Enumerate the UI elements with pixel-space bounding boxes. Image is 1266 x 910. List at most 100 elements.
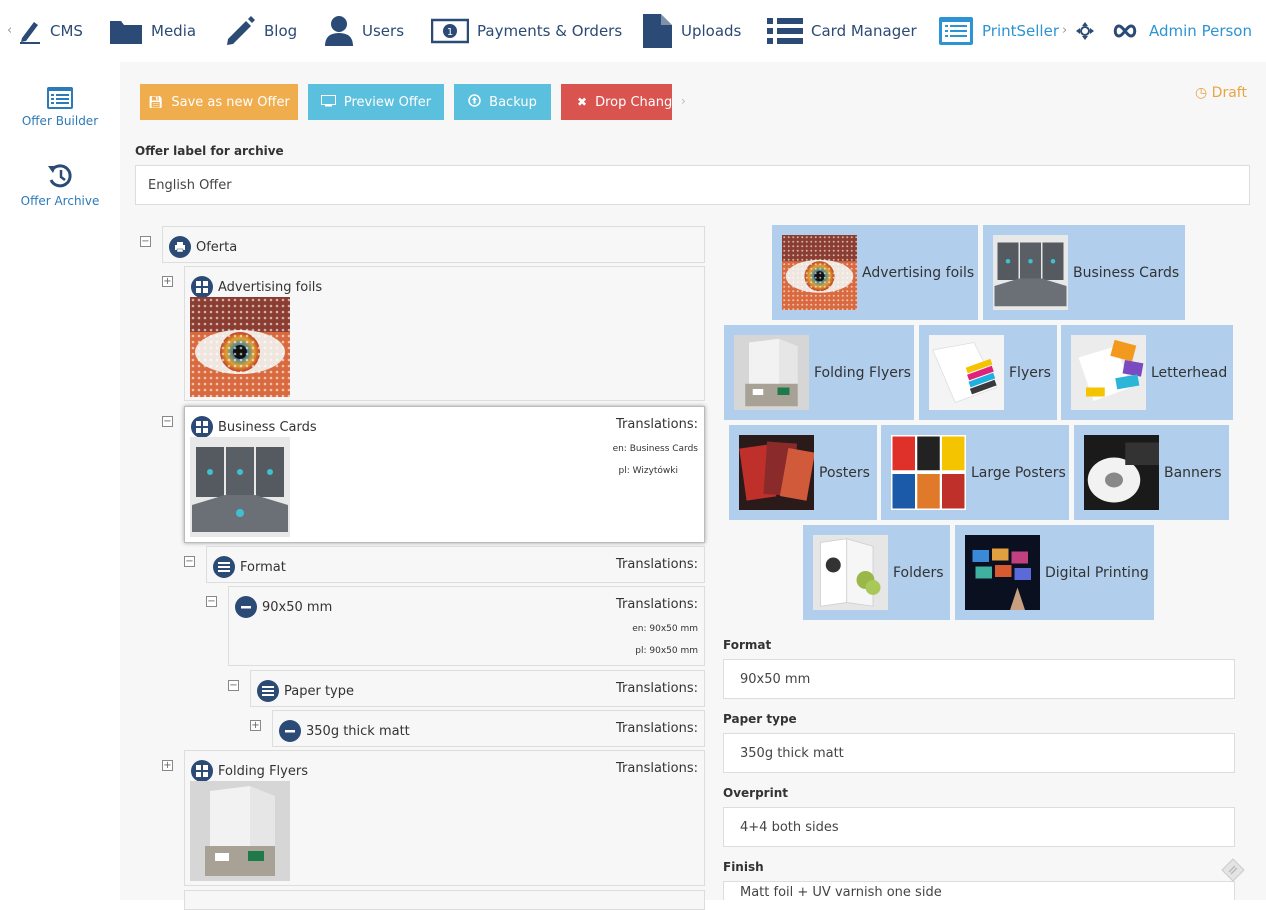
translations-label: Translations: xyxy=(616,761,698,776)
sidebar: Offer Builder Offer Archive xyxy=(0,62,120,900)
tree-node-paper-type[interactable]: Paper type Translations: xyxy=(250,670,705,707)
nav-item-blog[interactable]: Blog xyxy=(224,0,297,62)
expand-toggle[interactable]: + xyxy=(162,276,173,287)
folding-flyers-image xyxy=(734,335,809,410)
collapse-toggle[interactable]: − xyxy=(228,680,239,691)
tile-advertising-foils[interactable]: Advertising foils xyxy=(772,225,978,320)
backup-button[interactable]: Backup xyxy=(454,84,551,120)
letterhead-image xyxy=(1071,335,1146,410)
grid-icon xyxy=(191,416,213,438)
tile-banners[interactable]: Banners xyxy=(1074,425,1229,520)
translations-label: Translations: xyxy=(616,681,698,696)
print-icon xyxy=(169,236,191,258)
preview-offer-button[interactable]: Preview Offer xyxy=(308,84,444,120)
tile-folders[interactable]: Folders xyxy=(803,525,950,620)
collapse-toggle[interactable]: − xyxy=(184,556,195,567)
sidebar-item-label: Offer Builder xyxy=(21,114,99,128)
folding-flyers-image xyxy=(190,781,290,881)
tile-label: Large Posters xyxy=(971,464,1066,481)
upload-circle-icon xyxy=(468,94,481,110)
expand-toggle[interactable]: + xyxy=(162,760,173,771)
sidebar-item-offer-builder[interactable]: Offer Builder xyxy=(0,86,120,128)
toolbar-scroll-right-arrow[interactable]: › xyxy=(681,94,686,108)
nav-move-handle[interactable] xyxy=(1075,0,1095,62)
list-alt-icon xyxy=(938,16,974,46)
nav-item-printseller[interactable]: PrintSeller xyxy=(938,0,1059,62)
tree-node-format[interactable]: Format Translations: xyxy=(206,546,705,583)
nav-item-media[interactable]: Media xyxy=(109,0,196,62)
tree-node-350g[interactable]: 350g thick matt Translations: xyxy=(272,710,705,747)
tree-node-partial[interactable] xyxy=(184,890,705,910)
posters-image xyxy=(739,435,814,510)
tree-node-advertising-foils[interactable]: Advertising foils xyxy=(184,266,705,401)
tree-node-90x50[interactable]: 90x50 mm Translations: en: 90x50 mm pl: … xyxy=(228,586,705,666)
format-input[interactable]: 90x50 mm xyxy=(723,659,1235,699)
flyers-image xyxy=(929,335,1004,410)
tree-node-folding-flyers[interactable]: Folding Flyers Translations: xyxy=(184,750,705,886)
tile-letterhead[interactable]: Letterhead xyxy=(1061,325,1233,420)
node-label: Oferta xyxy=(196,239,238,255)
tile-digital-printing[interactable]: Digital Printing xyxy=(955,525,1154,620)
status-badge: ◷ Draft xyxy=(1195,85,1247,101)
user-name: Admin Person xyxy=(1149,22,1252,40)
status-label: Draft xyxy=(1211,85,1247,101)
history-icon xyxy=(0,162,120,190)
save-as-new-offer-button[interactable]: 💾︎ Save as new Offer xyxy=(140,84,298,120)
tile-large-posters[interactable]: Large Posters xyxy=(881,425,1069,520)
nav-item-uploads[interactable]: Uploads xyxy=(641,0,741,62)
translations-label: Translations: xyxy=(616,597,698,612)
archive-label-input[interactable]: English Offer xyxy=(135,165,1250,205)
nav-item-card-manager[interactable]: Card Manager xyxy=(767,0,917,62)
tile-label: Business Cards xyxy=(1073,264,1180,281)
tile-business-cards[interactable]: Business Cards xyxy=(983,225,1185,320)
tree-node-root[interactable]: Oferta xyxy=(162,226,705,263)
move-icon xyxy=(1075,21,1095,41)
node-label: Format xyxy=(240,559,286,575)
drop-changes-button[interactable]: ✖ Drop Changes xyxy=(561,84,672,120)
sidebar-item-offer-archive[interactable]: Offer Archive xyxy=(0,162,120,208)
business-cards-image xyxy=(993,235,1068,310)
top-navbar: ‹ CMS Media Blog Users 1 Payments & Orde… xyxy=(0,0,1266,62)
tree-node-business-cards[interactable]: Business Cards Translations: en: Busines… xyxy=(184,406,705,543)
close-icon: ✖ xyxy=(577,95,588,109)
tile-label: Folders xyxy=(893,564,944,581)
nav-scroll-right-arrow[interactable]: › xyxy=(1062,23,1067,38)
nav-label: PrintSeller xyxy=(982,22,1059,40)
nav-label: Payments & Orders xyxy=(477,22,623,40)
tile-flyers[interactable]: Flyers xyxy=(919,325,1057,420)
list-icon xyxy=(257,680,279,702)
save-icon: 💾︎ xyxy=(148,95,164,109)
node-title: Business Cards xyxy=(191,416,317,438)
translations-label: Translations: xyxy=(616,417,698,432)
svg-text:1: 1 xyxy=(447,27,453,38)
folders-image xyxy=(813,535,888,610)
finish-input[interactable]: Matt foil + UV varnish one side xyxy=(723,881,1235,900)
nav-label: Blog xyxy=(264,22,298,40)
paper-type-label: Paper type xyxy=(723,712,797,726)
eye-image xyxy=(190,297,290,397)
nav-item-payments[interactable]: 1 Payments & Orders xyxy=(431,0,622,62)
collapse-toggle[interactable]: − xyxy=(140,236,151,247)
nav-item-cms[interactable]: CMS xyxy=(18,0,83,62)
node-label: 350g thick matt xyxy=(306,723,410,739)
node-label: Business Cards xyxy=(218,419,317,435)
node-title: Oferta xyxy=(169,236,237,258)
monitor-icon xyxy=(320,94,336,110)
overprint-input[interactable]: 4+4 both sides xyxy=(723,807,1235,847)
eye-image xyxy=(782,235,857,310)
paper-type-input[interactable]: 350g thick matt xyxy=(723,733,1235,773)
collapse-toggle[interactable]: − xyxy=(162,416,173,427)
node-title: 90x50 mm xyxy=(235,596,332,618)
nav-scroll-left-arrow[interactable]: ‹ xyxy=(7,23,12,38)
tile-label: Digital Printing xyxy=(1045,564,1149,581)
tile-folding-flyers[interactable]: Folding Flyers xyxy=(724,325,914,420)
tag-icon[interactable] xyxy=(1221,858,1245,886)
nav-item-users[interactable]: Users xyxy=(324,0,404,62)
tile-label: Advertising foils xyxy=(862,264,975,281)
grid-icon xyxy=(191,276,213,298)
tile-posters[interactable]: Posters xyxy=(729,425,877,520)
expand-toggle[interactable]: + xyxy=(250,720,261,731)
collapse-toggle[interactable]: − xyxy=(206,596,217,607)
node-title: Folding Flyers xyxy=(191,760,308,782)
nav-user-menu[interactable]: Admin Person xyxy=(1113,0,1252,62)
